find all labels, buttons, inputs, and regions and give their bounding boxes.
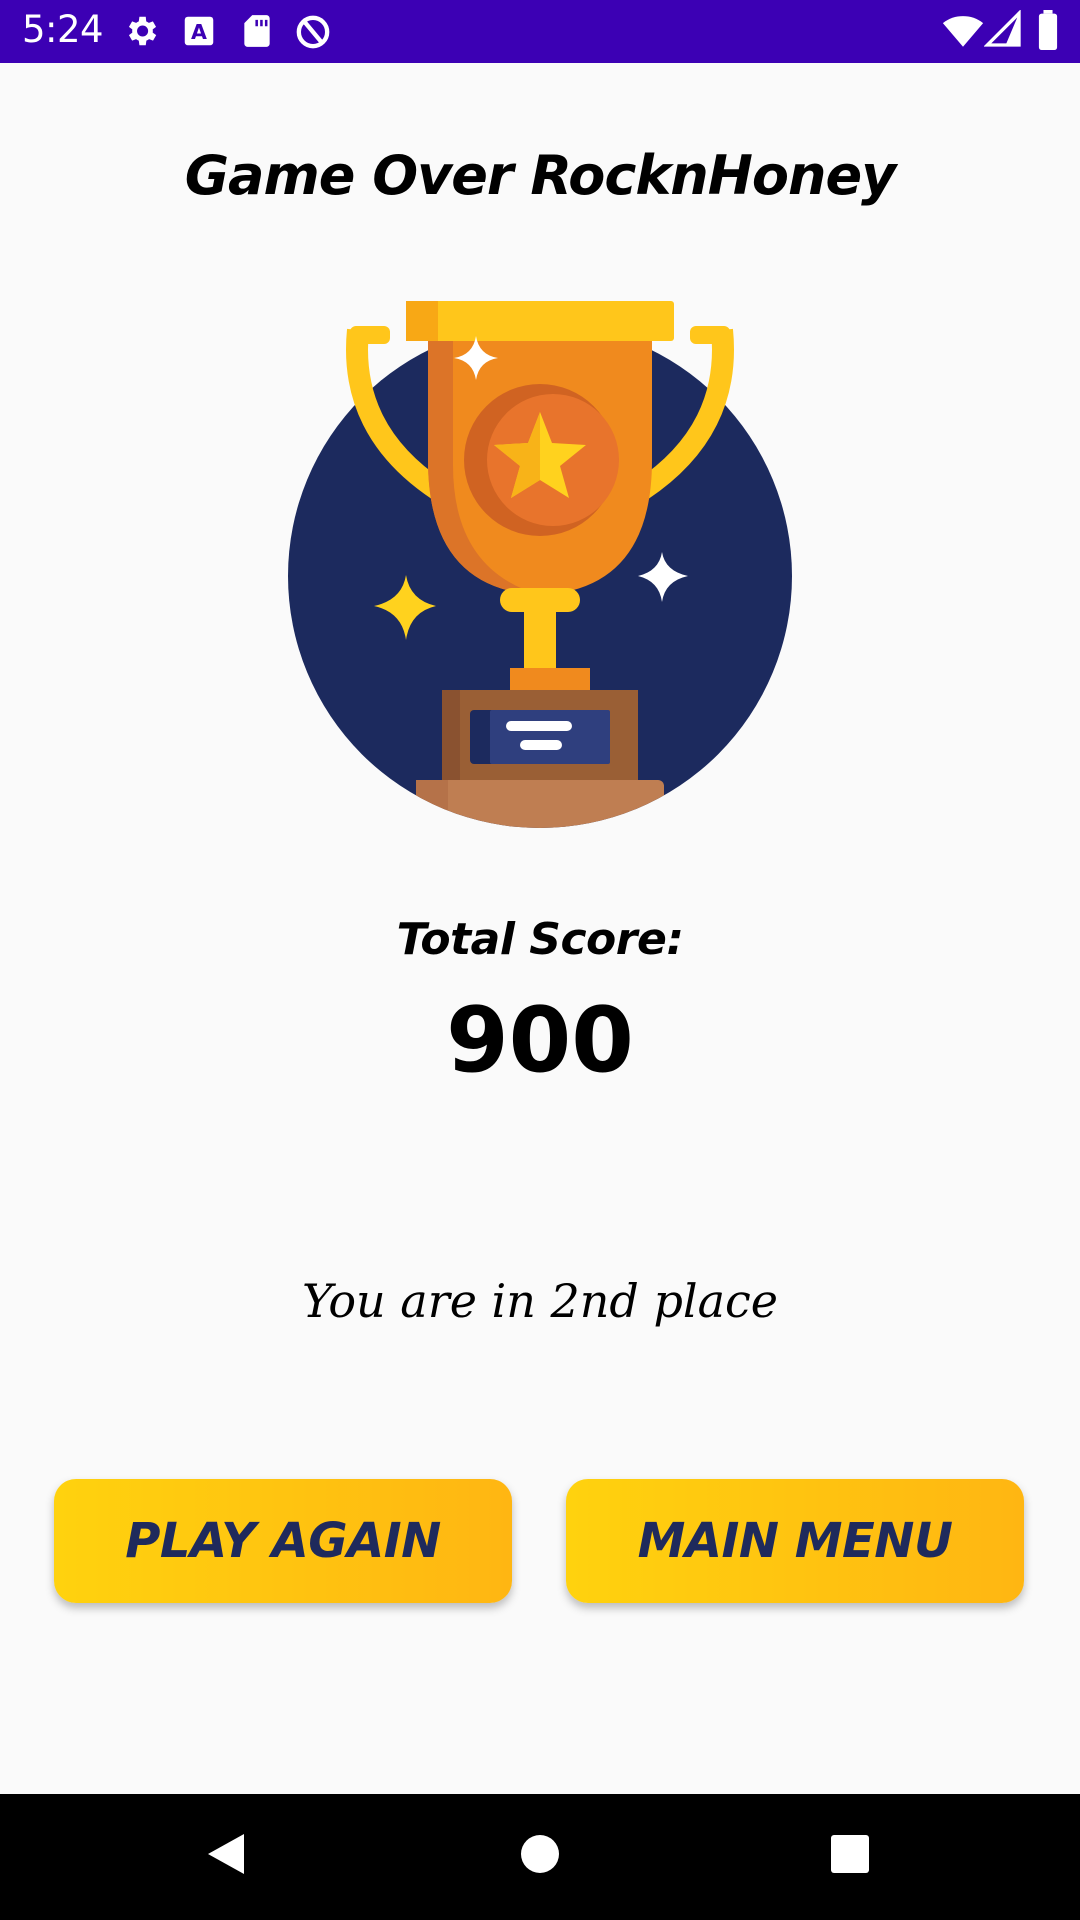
recents-icon[interactable] (820, 1824, 880, 1888)
svg-text:A: A (191, 20, 207, 44)
battery-icon (1036, 10, 1060, 54)
navigation-bar (0, 1794, 1080, 1920)
main-menu-button[interactable]: MAIN MENU (566, 1479, 1024, 1603)
sd-card-icon (238, 12, 276, 54)
settings-icon (122, 12, 160, 54)
play-again-button[interactable]: PLAY AGAIN (54, 1479, 512, 1603)
status-time: 5:24 (22, 8, 104, 51)
score-value: 900 (446, 988, 634, 1093)
keyboard-a-icon: A (180, 12, 218, 54)
data-saver-icon (293, 12, 333, 56)
place-text: You are in 2nd place (301, 1274, 779, 1328)
back-icon[interactable] (196, 1824, 256, 1888)
cellular-signal-icon (983, 9, 1024, 54)
status-bar: 5:24 A (0, 0, 1080, 63)
trophy-icon (288, 300, 792, 834)
page-title: Game Over RocknHoney (184, 144, 897, 207)
wifi-icon (942, 10, 984, 56)
score-label: Total Score: (396, 914, 684, 965)
home-icon[interactable] (510, 1824, 570, 1888)
